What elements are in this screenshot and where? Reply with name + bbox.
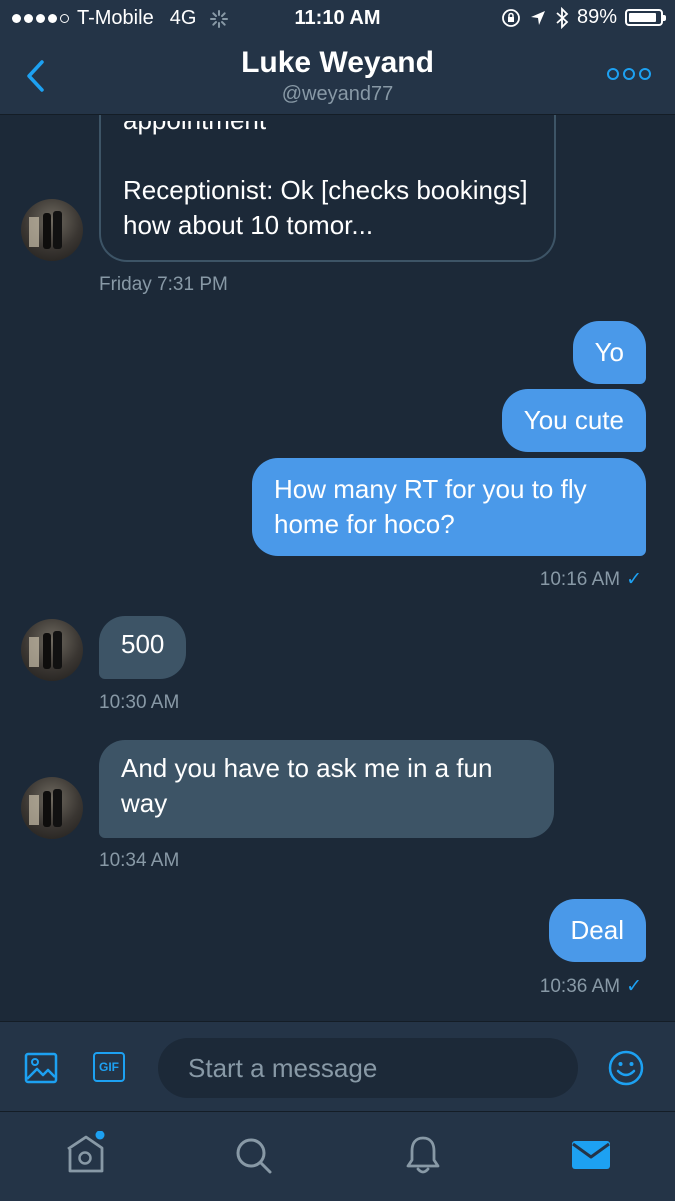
status-right: 89% [501, 6, 666, 29]
message-timestamp: 10:16 AM ✓ [539, 569, 642, 590]
conversation-thread[interactable]: appointment Receptionist: Ok [checks boo… [0, 115, 675, 1020]
top-bar: T-Mobile 4G 11:10 AM 89% Luke Weyand @we… [0, 0, 675, 115]
tab-notifications[interactable] [404, 1134, 442, 1181]
battery-icon [625, 9, 666, 26]
conversation-handle: @weyand77 [281, 83, 394, 105]
outgoing-message[interactable]: You cute [501, 389, 646, 452]
battery-level [629, 13, 656, 22]
incoming-message[interactable]: And you have to ask me in a fun way [99, 740, 554, 838]
tab-home[interactable] [64, 1130, 108, 1182]
avatar[interactable] [21, 777, 83, 839]
location-arrow-icon [530, 10, 545, 25]
avatar[interactable] [21, 619, 83, 681]
gif-icon: GIF [93, 1052, 125, 1082]
outgoing-message[interactable]: Deal [548, 899, 646, 962]
composer: GIF [0, 1021, 675, 1112]
image-icon [24, 1052, 58, 1084]
emoji-button[interactable] [608, 1050, 644, 1091]
avatar[interactable] [21, 199, 83, 261]
message-timestamp: Friday 7:31 PM [99, 274, 228, 295]
notifications-icon [406, 1136, 440, 1174]
add-gif-button[interactable]: GIF [93, 1052, 125, 1082]
bluetooth-icon [556, 6, 569, 29]
card-text: Receptionist: Ok [checks bookings] how a… [123, 175, 528, 240]
read-check-icon: ✓ [626, 569, 642, 590]
conversation-title: Luke Weyand [241, 46, 434, 79]
more-icon[interactable] [607, 68, 651, 80]
incoming-message[interactable]: 500 [99, 616, 187, 679]
outgoing-message[interactable]: Yo [572, 321, 646, 384]
read-check-icon: ✓ [626, 976, 642, 997]
status-bar: T-Mobile 4G 11:10 AM 89% [0, 0, 675, 36]
outgoing-message[interactable]: How many RT for you to fly home for hoco… [252, 458, 646, 556]
messages-icon [572, 1141, 610, 1169]
tab-search[interactable] [234, 1136, 274, 1181]
message-input[interactable] [158, 1038, 578, 1098]
message-timestamp: 10:36 AM ✓ [539, 976, 642, 997]
orientation-lock-icon [502, 8, 520, 27]
tab-bar [0, 1111, 675, 1201]
tab-messages[interactable] [571, 1138, 611, 1177]
add-image-button[interactable] [24, 1051, 58, 1090]
card-preview-partial: appointment [123, 121, 532, 155]
battery-percent: 89% [576, 6, 617, 28]
message-timestamp: 10:30 AM [99, 692, 180, 713]
search-icon [236, 1138, 272, 1174]
shared-card[interactable]: appointment Receptionist: Ok [checks boo… [99, 115, 556, 262]
emoji-icon [608, 1050, 644, 1086]
message-timestamp: 10:34 AM [99, 850, 180, 871]
home-icon [67, 1130, 105, 1173]
